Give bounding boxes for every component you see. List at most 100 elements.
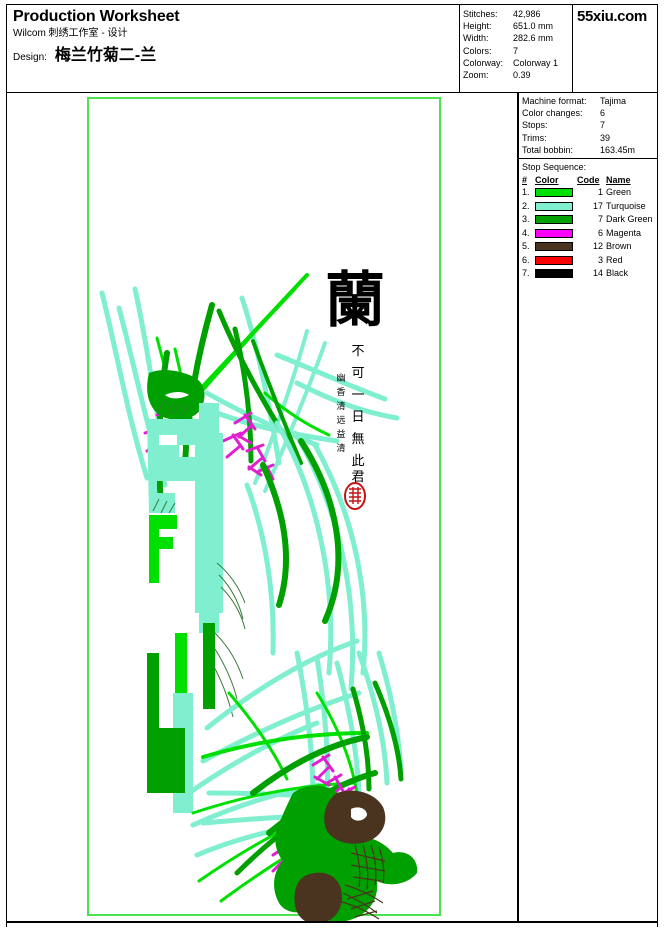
machine-key-total-bobbin: Total bobbin: xyxy=(522,144,574,155)
table-row: 4. 6 Magenta xyxy=(522,227,654,241)
machine-value-total-bobbin: 163.45m xyxy=(600,144,636,155)
stat-key-colors: Colors: xyxy=(463,45,492,56)
brand-watermark: 55xiu.com xyxy=(577,8,647,25)
calligraphy-column: 蘭 不 可 一 日 無 此 君 幽 香 清 远 益 清 xyxy=(325,266,385,510)
page-bottom-strip xyxy=(6,922,658,927)
worksheet-page: Production Worksheet Wilcom 刺绣工作室 - 设计 D… xyxy=(0,0,664,929)
stat-value-zoom: 0.39 xyxy=(513,70,531,81)
color-swatch-cell xyxy=(535,186,577,200)
color-swatch-cell xyxy=(535,267,577,281)
machine-row-format: Machine format: Tajima xyxy=(522,95,657,107)
machine-value-stops: 7 xyxy=(600,120,606,131)
row-number: 6. xyxy=(522,254,530,265)
machine-value-trims: 39 xyxy=(600,132,611,143)
thread-name: Black xyxy=(606,268,629,279)
thread-name: Red xyxy=(606,254,623,265)
stat-key-stitches: Stitches: xyxy=(463,9,498,19)
stop-sequence-table: # Color Code Name 1. 1 Green 2. 17 Turqu… xyxy=(522,174,654,281)
design-label: Design: xyxy=(13,52,47,63)
svg-text:益: 益 xyxy=(336,428,345,440)
svg-text:清: 清 xyxy=(336,400,345,412)
svg-text:不: 不 xyxy=(351,344,364,359)
row-number: 1. xyxy=(522,187,530,198)
stat-value-height: 651.0 mm xyxy=(513,21,554,32)
design-stats-panel: Stitches: 42,986 Height: 651.0 mm Width:… xyxy=(459,5,572,92)
rock-green-bright-block xyxy=(149,515,177,583)
machine-row-trims: Trims: 39 xyxy=(522,132,657,144)
machine-key-trims: Trims: xyxy=(522,132,547,143)
stat-row-zoom: Zoom: 0.39 xyxy=(463,69,572,81)
row-number: 4. xyxy=(522,227,530,238)
design-name: 梅兰竹菊二-兰 xyxy=(54,47,157,64)
design-row: Design: 梅兰竹菊二-兰 xyxy=(13,41,459,65)
machine-info-box: Machine format: Tajima Color changes: 6 … xyxy=(519,93,657,160)
thread-code: 12 xyxy=(592,241,603,252)
thread-name: Turquoise xyxy=(606,200,646,211)
design-preview-frame: 蘭 不 可 一 日 無 此 君 幽 香 清 远 益 清 xyxy=(6,93,518,922)
thread-code: 14 xyxy=(592,268,603,279)
row-number: 7. xyxy=(522,268,530,279)
stat-key-height: Height: xyxy=(463,21,492,32)
worksheet-header: Production Worksheet Wilcom 刺绣工作室 - 设计 D… xyxy=(6,4,658,93)
table-header-row: # Color Code Name xyxy=(522,174,654,186)
stop-sequence-title: Stop Sequence: xyxy=(522,162,587,173)
seal-stamp-visible xyxy=(344,482,366,510)
row-number: 2. xyxy=(522,200,530,211)
svg-text:可: 可 xyxy=(351,366,364,381)
color-swatch xyxy=(535,269,573,279)
color-swatch-cell xyxy=(535,213,577,227)
table-row: 6. 3 Red xyxy=(522,254,654,268)
page-title: Production Worksheet xyxy=(13,8,180,25)
software-subtitle: Wilcom 刺绣工作室 - 设计 xyxy=(13,28,128,39)
table-row: 2. 17 Turquoise xyxy=(522,200,654,214)
stat-row-height: Height: 651.0 mm xyxy=(463,20,572,32)
embroidery-design-artwork: 蘭 不 可 一 日 無 此 君 幽 香 清 远 益 清 xyxy=(99,266,418,921)
orchid-lower-group xyxy=(186,638,418,921)
column-header-name: Name xyxy=(606,175,631,186)
machine-value-format: Tajima xyxy=(600,96,627,106)
thread-name: Green xyxy=(606,187,632,198)
color-swatch xyxy=(535,215,573,225)
calligraphy-inscription: 不 可 一 日 無 此 君 xyxy=(351,344,364,485)
stat-row-colorway: Colorway: Colorway 1 xyxy=(463,57,572,69)
color-swatch xyxy=(535,188,573,198)
machine-value-color-changes: 6 xyxy=(600,108,606,119)
table-row: 1. 1 Green xyxy=(522,186,654,200)
table-row: 3. 7 Dark Green xyxy=(522,213,654,227)
machine-row-color-changes: Color changes: 6 xyxy=(522,107,657,119)
color-swatch-cell xyxy=(535,200,577,214)
color-swatch xyxy=(535,201,573,211)
seal-border xyxy=(344,482,366,510)
machine-row-total-bobbin: Total bobbin: 163.45m xyxy=(522,144,657,156)
thread-code: 3 xyxy=(597,254,603,265)
row-number: 5. xyxy=(522,241,530,252)
color-swatch xyxy=(535,228,573,238)
column-header-code: Code xyxy=(577,175,600,186)
machine-key-stops: Stops: xyxy=(522,120,548,131)
svg-text:無: 無 xyxy=(351,432,364,447)
stat-key-zoom: Zoom: xyxy=(463,70,489,81)
color-swatch-cell xyxy=(535,227,577,241)
svg-text:幽: 幽 xyxy=(336,373,345,384)
color-swatch-cell xyxy=(535,254,577,268)
svg-text:远: 远 xyxy=(336,415,345,426)
table-row: 7. 14 Black xyxy=(522,267,654,281)
thread-code: 7 xyxy=(597,214,603,225)
rock-dark-green-block-lower xyxy=(157,728,185,793)
rock-turquoise-column-center-wide xyxy=(195,433,223,613)
rock-turquoise-notch xyxy=(159,435,177,445)
thread-name: Dark Green xyxy=(606,214,653,225)
color-swatch xyxy=(535,255,573,265)
row-number: 3. xyxy=(522,214,530,225)
svg-text:清: 清 xyxy=(336,442,345,454)
machine-row-stops: Stops: 7 xyxy=(522,119,657,131)
svg-text:此: 此 xyxy=(351,454,364,469)
thread-code: 6 xyxy=(597,227,603,238)
stat-value-stitches: 42,986 xyxy=(513,9,541,19)
thread-code: 17 xyxy=(592,200,603,211)
machine-key-color-changes: Color changes: xyxy=(522,108,583,119)
thread-name: Brown xyxy=(606,241,632,252)
stat-row-colors: Colors: 7 xyxy=(463,45,572,57)
stat-value-colorway: Colorway 1 xyxy=(513,57,559,68)
stat-key-colorway: Colorway: xyxy=(463,57,504,68)
